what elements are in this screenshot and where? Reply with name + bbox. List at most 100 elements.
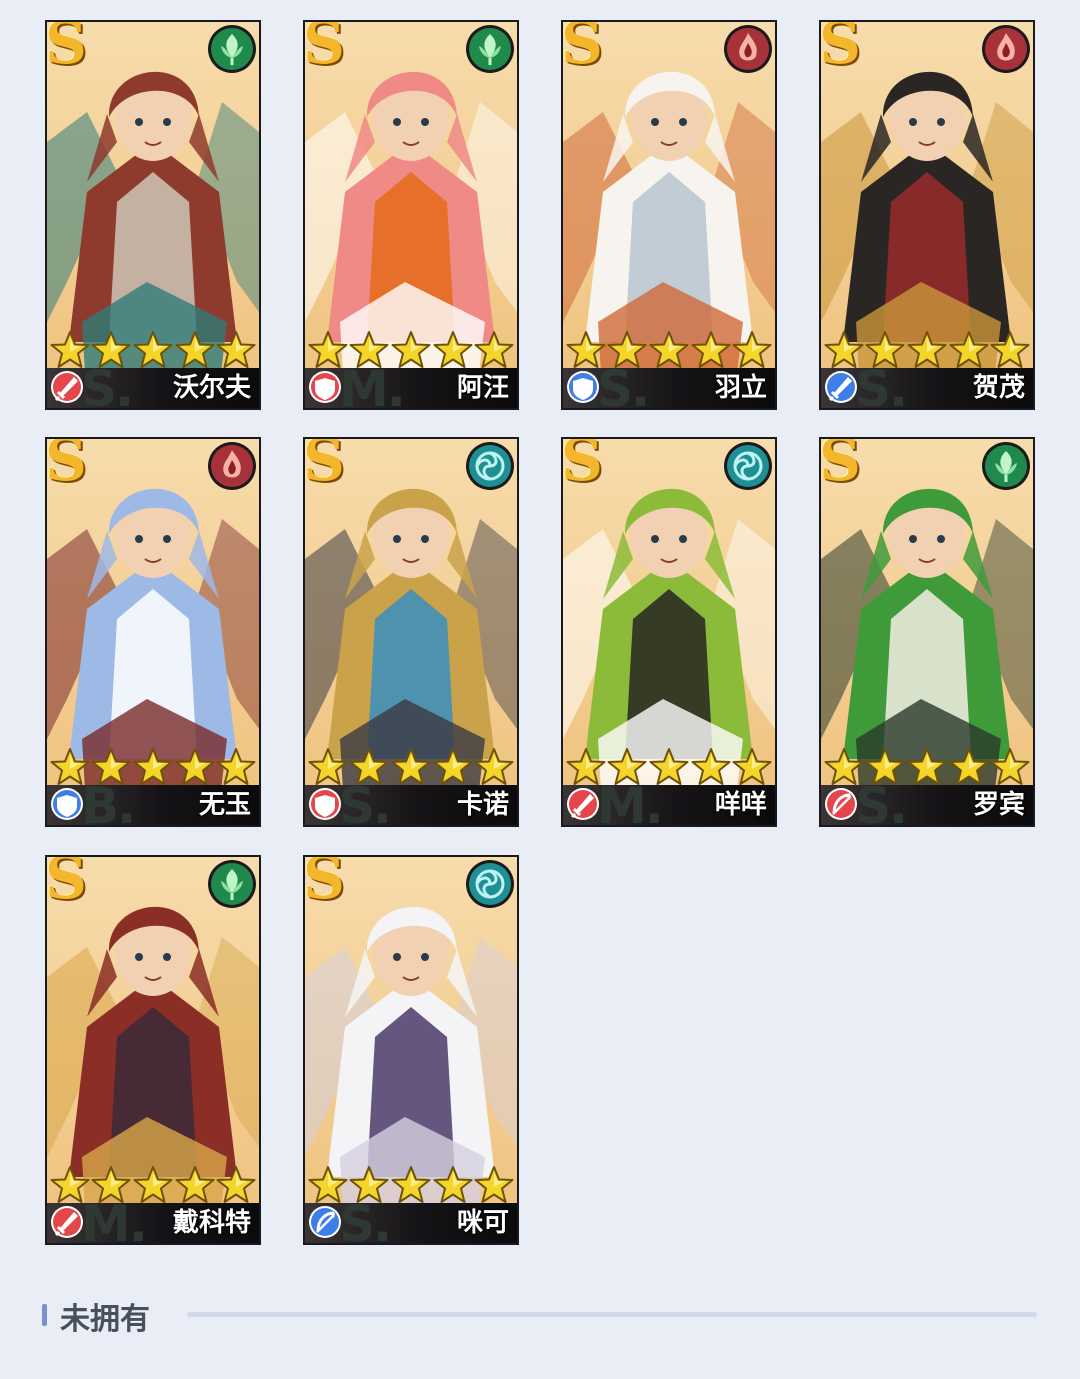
nature-element-icon — [466, 25, 514, 73]
tier-label: B. — [81, 777, 136, 827]
star-icon — [474, 1166, 514, 1203]
tier-label: S. — [855, 777, 908, 827]
star-icon — [391, 1166, 431, 1203]
tier-label: M. — [597, 777, 664, 827]
name-plate: S. 罗宾 — [821, 777, 1033, 825]
star-rating — [821, 327, 1033, 373]
tier-label: S. — [81, 360, 134, 410]
star-icon — [907, 331, 947, 368]
name-plate: S. 沃尔夫 — [47, 360, 259, 408]
star-icon — [133, 748, 173, 785]
fire-element-icon — [982, 25, 1030, 73]
rank-badge: S — [819, 437, 861, 494]
star-rating — [305, 744, 517, 790]
star-icon — [691, 748, 731, 785]
hero-card[interactable]: S S. 贺茂 — [819, 20, 1035, 410]
hero-name: 卡诺 — [456, 790, 509, 820]
hero-name: 戴科特 — [172, 1208, 251, 1238]
star-icon — [649, 331, 689, 368]
hero-name: 沃尔夫 — [172, 373, 251, 403]
star-icon — [949, 331, 989, 368]
rank-badge: S — [819, 20, 861, 77]
wind-element-icon — [466, 442, 514, 490]
hero-card[interactable]: S S. 罗宾 — [819, 437, 1035, 827]
star-icon — [133, 331, 173, 368]
defense-role-icon — [567, 371, 599, 403]
rank-badge: S — [45, 437, 87, 494]
name-plate: M. 阿汪 — [305, 360, 517, 408]
defense-role-icon — [309, 788, 341, 820]
archer-role-icon — [309, 1206, 341, 1238]
tier-label: S. — [597, 360, 650, 410]
star-icon — [990, 331, 1030, 368]
star-icon — [691, 331, 731, 368]
attack-role-icon — [51, 371, 83, 403]
fire-element-icon — [208, 442, 256, 490]
attack-role-icon — [51, 1206, 83, 1238]
tier-label: M. — [339, 360, 406, 410]
hero-name: 罗宾 — [972, 790, 1025, 820]
hero-card[interactable]: S B. 无玉 — [45, 437, 261, 827]
hero-name: 咪可 — [456, 1208, 509, 1238]
hero-card[interactable]: S S. 卡诺 — [303, 437, 519, 827]
tier-label: S. — [855, 360, 908, 410]
star-rating — [47, 327, 259, 373]
name-plate: B. 无玉 — [47, 777, 259, 825]
rank-badge: S — [561, 20, 603, 77]
star-icon — [175, 748, 215, 785]
rank-badge: S — [303, 437, 345, 494]
hero-name: 阿汪 — [456, 373, 509, 403]
name-plate: M. 咩咩 — [563, 777, 775, 825]
rank-badge: S — [45, 20, 87, 77]
attack-role-icon — [825, 371, 857, 403]
hero-grid: S S. 沃尔夫 S M. 阿汪 S S. 羽立 S S. 贺茂 S B. 无玉 S S. 卡诺 S M. 咩咩 S S. 罗… — [0, 0, 1080, 1260]
wind-element-icon — [724, 442, 772, 490]
hero-name: 咩咩 — [714, 790, 767, 820]
section-accent-bar — [42, 1304, 47, 1326]
star-icon — [216, 331, 256, 368]
name-plate: S. 羽立 — [563, 360, 775, 408]
nature-element-icon — [208, 25, 256, 73]
star-icon — [907, 748, 947, 785]
name-plate: S. 贺茂 — [821, 360, 1033, 408]
hero-name: 贺茂 — [972, 373, 1025, 403]
name-plate: M. 戴科特 — [47, 1195, 259, 1243]
star-rating — [563, 744, 775, 790]
section-divider — [187, 1312, 1037, 1317]
star-icon — [433, 331, 473, 368]
rank-badge: S — [45, 855, 87, 912]
star-icon — [474, 331, 514, 368]
hero-name: 无玉 — [198, 790, 251, 820]
star-icon — [732, 331, 772, 368]
star-rating — [47, 1162, 259, 1208]
name-plate: S. 卡诺 — [305, 777, 517, 825]
star-rating — [305, 327, 517, 373]
rank-badge: S — [303, 20, 345, 77]
star-icon — [175, 331, 215, 368]
rank-badge: S — [561, 437, 603, 494]
hero-card[interactable]: S S. 沃尔夫 — [45, 20, 261, 410]
hero-card[interactable]: S M. 阿汪 — [303, 20, 519, 410]
star-icon — [391, 748, 431, 785]
star-icon — [175, 1166, 215, 1203]
hero-card[interactable]: S S. 羽立 — [561, 20, 777, 410]
star-rating — [821, 744, 1033, 790]
hero-card[interactable]: S M. 戴科特 — [45, 855, 261, 1245]
defense-role-icon — [51, 788, 83, 820]
tier-label: M. — [81, 1195, 148, 1245]
section-header-unowned: 未拥有 — [42, 1292, 1038, 1337]
star-icon — [474, 748, 514, 785]
hero-card[interactable]: S S. 咪可 — [303, 855, 519, 1245]
nature-element-icon — [982, 442, 1030, 490]
wind-element-icon — [466, 860, 514, 908]
star-icon — [433, 1166, 473, 1203]
star-icon — [990, 748, 1030, 785]
hero-card[interactable]: S M. 咩咩 — [561, 437, 777, 827]
nature-element-icon — [208, 860, 256, 908]
star-icon — [732, 748, 772, 785]
fire-element-icon — [724, 25, 772, 73]
star-rating — [305, 1162, 517, 1208]
star-icon — [216, 748, 256, 785]
star-rating — [47, 744, 259, 790]
star-icon — [433, 748, 473, 785]
